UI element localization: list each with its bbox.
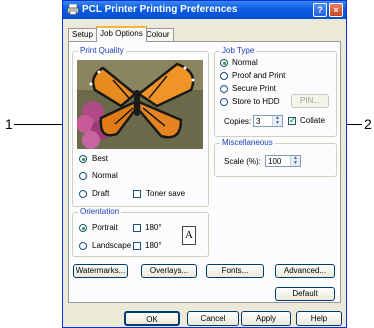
callout-number-2: 2 — [364, 116, 372, 132]
tab-job-options[interactable]: Job Options — [96, 26, 147, 42]
spinner-arrows-icon[interactable]: ▲ ▼ — [272, 116, 282, 126]
help-button[interactable]: Help — [296, 311, 342, 326]
job-store-hdd-label: Store to HDD — [232, 97, 280, 106]
quality-draft-label: Draft — [92, 189, 110, 198]
quality-draft-radio[interactable] — [79, 190, 87, 198]
portrait-label: Portrait — [92, 223, 118, 232]
landscape-label: Landscape — [92, 241, 132, 250]
overlays-button[interactable]: Overlays... — [141, 264, 197, 278]
tab-colour[interactable]: Colour — [142, 28, 174, 41]
page-orientation-icon: A — [182, 226, 196, 245]
job-type-title: Job Type — [220, 46, 257, 55]
portrait-180-checkbox[interactable] — [133, 224, 141, 232]
job-type-group: Job Type Normal Proof and Print Secure P… — [214, 46, 337, 137]
job-store-hdd-radio[interactable] — [220, 98, 228, 106]
copies-label: Copies: — [224, 117, 252, 126]
butterfly-preview-image — [77, 60, 203, 149]
printing-preferences-window: PCL Printer Printing Preferences ? × Set… — [62, 0, 347, 328]
quality-best-radio[interactable] — [79, 155, 87, 163]
landscape-180-label: 180° — [145, 241, 162, 250]
miscellaneous-title: Miscellaneous — [220, 138, 275, 147]
collate-label: Collate — [300, 116, 325, 125]
apply-button[interactable]: Apply — [241, 311, 291, 326]
window-title: PCL Printer Printing Preferences — [82, 4, 238, 15]
cancel-button[interactable]: Cancel — [187, 311, 239, 326]
job-options-panel: Print Quality Best Normal Draft Toner sa… — [68, 41, 341, 303]
quality-normal-label: Normal — [92, 171, 118, 180]
portrait-180-label: 180° — [145, 223, 162, 232]
advanced-button[interactable]: Advanced... — [275, 264, 335, 278]
landscape-180-checkbox[interactable] — [133, 242, 141, 250]
print-quality-title: Print Quality — [78, 46, 126, 55]
callout-number-1: 1 — [5, 116, 13, 132]
tab-setup[interactable]: Setup — [68, 28, 97, 41]
portrait-radio[interactable] — [79, 224, 87, 232]
job-proof-radio[interactable] — [220, 72, 228, 80]
collate-checkbox[interactable]: ✓ — [288, 117, 296, 125]
print-quality-group: Print Quality Best Normal Draft Toner sa… — [72, 46, 209, 207]
job-secure-label: Secure Print — [232, 84, 277, 93]
orientation-group: Orientation Portrait 180° Landscape 180°… — [72, 207, 209, 257]
toner-save-label: Toner save — [146, 189, 186, 198]
close-button[interactable]: × — [329, 3, 343, 17]
miscellaneous-group: Miscellaneous Scale (%): 100 ▲ ▼ — [214, 138, 337, 177]
default-button[interactable]: Default — [275, 287, 335, 301]
copies-value: 3 — [256, 117, 261, 126]
printer-icon — [67, 4, 79, 15]
watermarks-button[interactable]: Watermarks... — [73, 264, 128, 278]
quality-normal-radio[interactable] — [79, 172, 87, 180]
scale-label: Scale (%): — [224, 157, 261, 166]
toner-save-checkbox[interactable] — [133, 190, 141, 198]
scale-value: 100 — [268, 157, 282, 166]
help-title-button[interactable]: ? — [313, 3, 327, 17]
job-secure-radio[interactable] — [220, 85, 228, 93]
spinner-arrows-icon[interactable]: ▲ ▼ — [290, 156, 300, 166]
copies-spinner[interactable]: 3 ▲ ▼ — [253, 115, 283, 127]
job-proof-label: Proof and Print — [232, 71, 286, 80]
quality-best-label: Best — [92, 154, 109, 163]
job-normal-label: Normal — [232, 58, 258, 67]
ok-button[interactable]: OK — [124, 311, 180, 326]
title-bar[interactable]: PCL Printer Printing Preferences ? × — [63, 1, 346, 19]
fonts-button[interactable]: Fonts... — [206, 264, 264, 278]
job-normal-radio[interactable] — [220, 59, 228, 67]
orientation-title: Orientation — [78, 207, 122, 216]
scale-spinner[interactable]: 100 ▲ ▼ — [265, 155, 301, 167]
landscape-radio[interactable] — [79, 242, 87, 250]
pin-button[interactable]: PIN... — [291, 94, 329, 108]
